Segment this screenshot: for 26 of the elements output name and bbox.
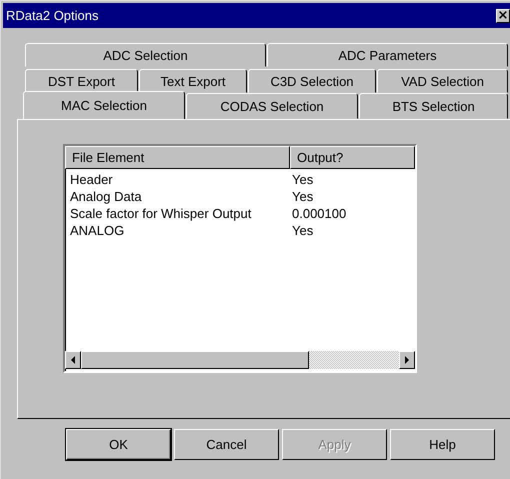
table-cell-text: Yes — [291, 171, 314, 188]
tab[interactable]: ADC Parameters — [267, 43, 508, 67]
tab[interactable]: BTS Selection — [359, 93, 508, 119]
tab[interactable]: MAC Selection — [23, 91, 185, 119]
tab[interactable]: CODAS Selection — [186, 93, 358, 119]
tab[interactable]: Text Export — [139, 69, 247, 93]
table-cell-text: Header — [69, 171, 114, 188]
tab[interactable]: C3D Selection — [248, 69, 376, 93]
table-cell-text: ANALOG — [69, 222, 126, 239]
close-button[interactable]: × — [496, 8, 510, 22]
table-cell-text: Yes — [291, 222, 314, 239]
tab[interactable]: VAD Selection — [377, 69, 508, 93]
tab[interactable]: ADC Selection — [25, 43, 266, 67]
column-header[interactable]: File Element — [65, 146, 290, 169]
tab[interactable]: DST Export — [25, 69, 138, 93]
dialog-button[interactable]: Cancel — [174, 429, 279, 460]
window-title: RData2 Options — [6, 8, 98, 23]
column-header[interactable]: Output? — [290, 146, 415, 169]
table-cell-text: Scale factor for Whisper Output — [69, 205, 252, 222]
table-cell-text: Yes — [291, 188, 314, 205]
scrollbar-drawing[interactable] — [65, 351, 415, 369]
dialog-button[interactable]: OK — [66, 429, 171, 460]
dialog-button[interactable]: Help — [390, 429, 495, 460]
table-cell-text: Analog Data — [69, 188, 143, 205]
list-view[interactable]: File Element Output? Header Yes Analog Data Yes Scale factor for Whisper Output 0.000100 ANALOG Yes — [63, 144, 417, 373]
table-cell-text: 0.000100 — [291, 205, 346, 222]
